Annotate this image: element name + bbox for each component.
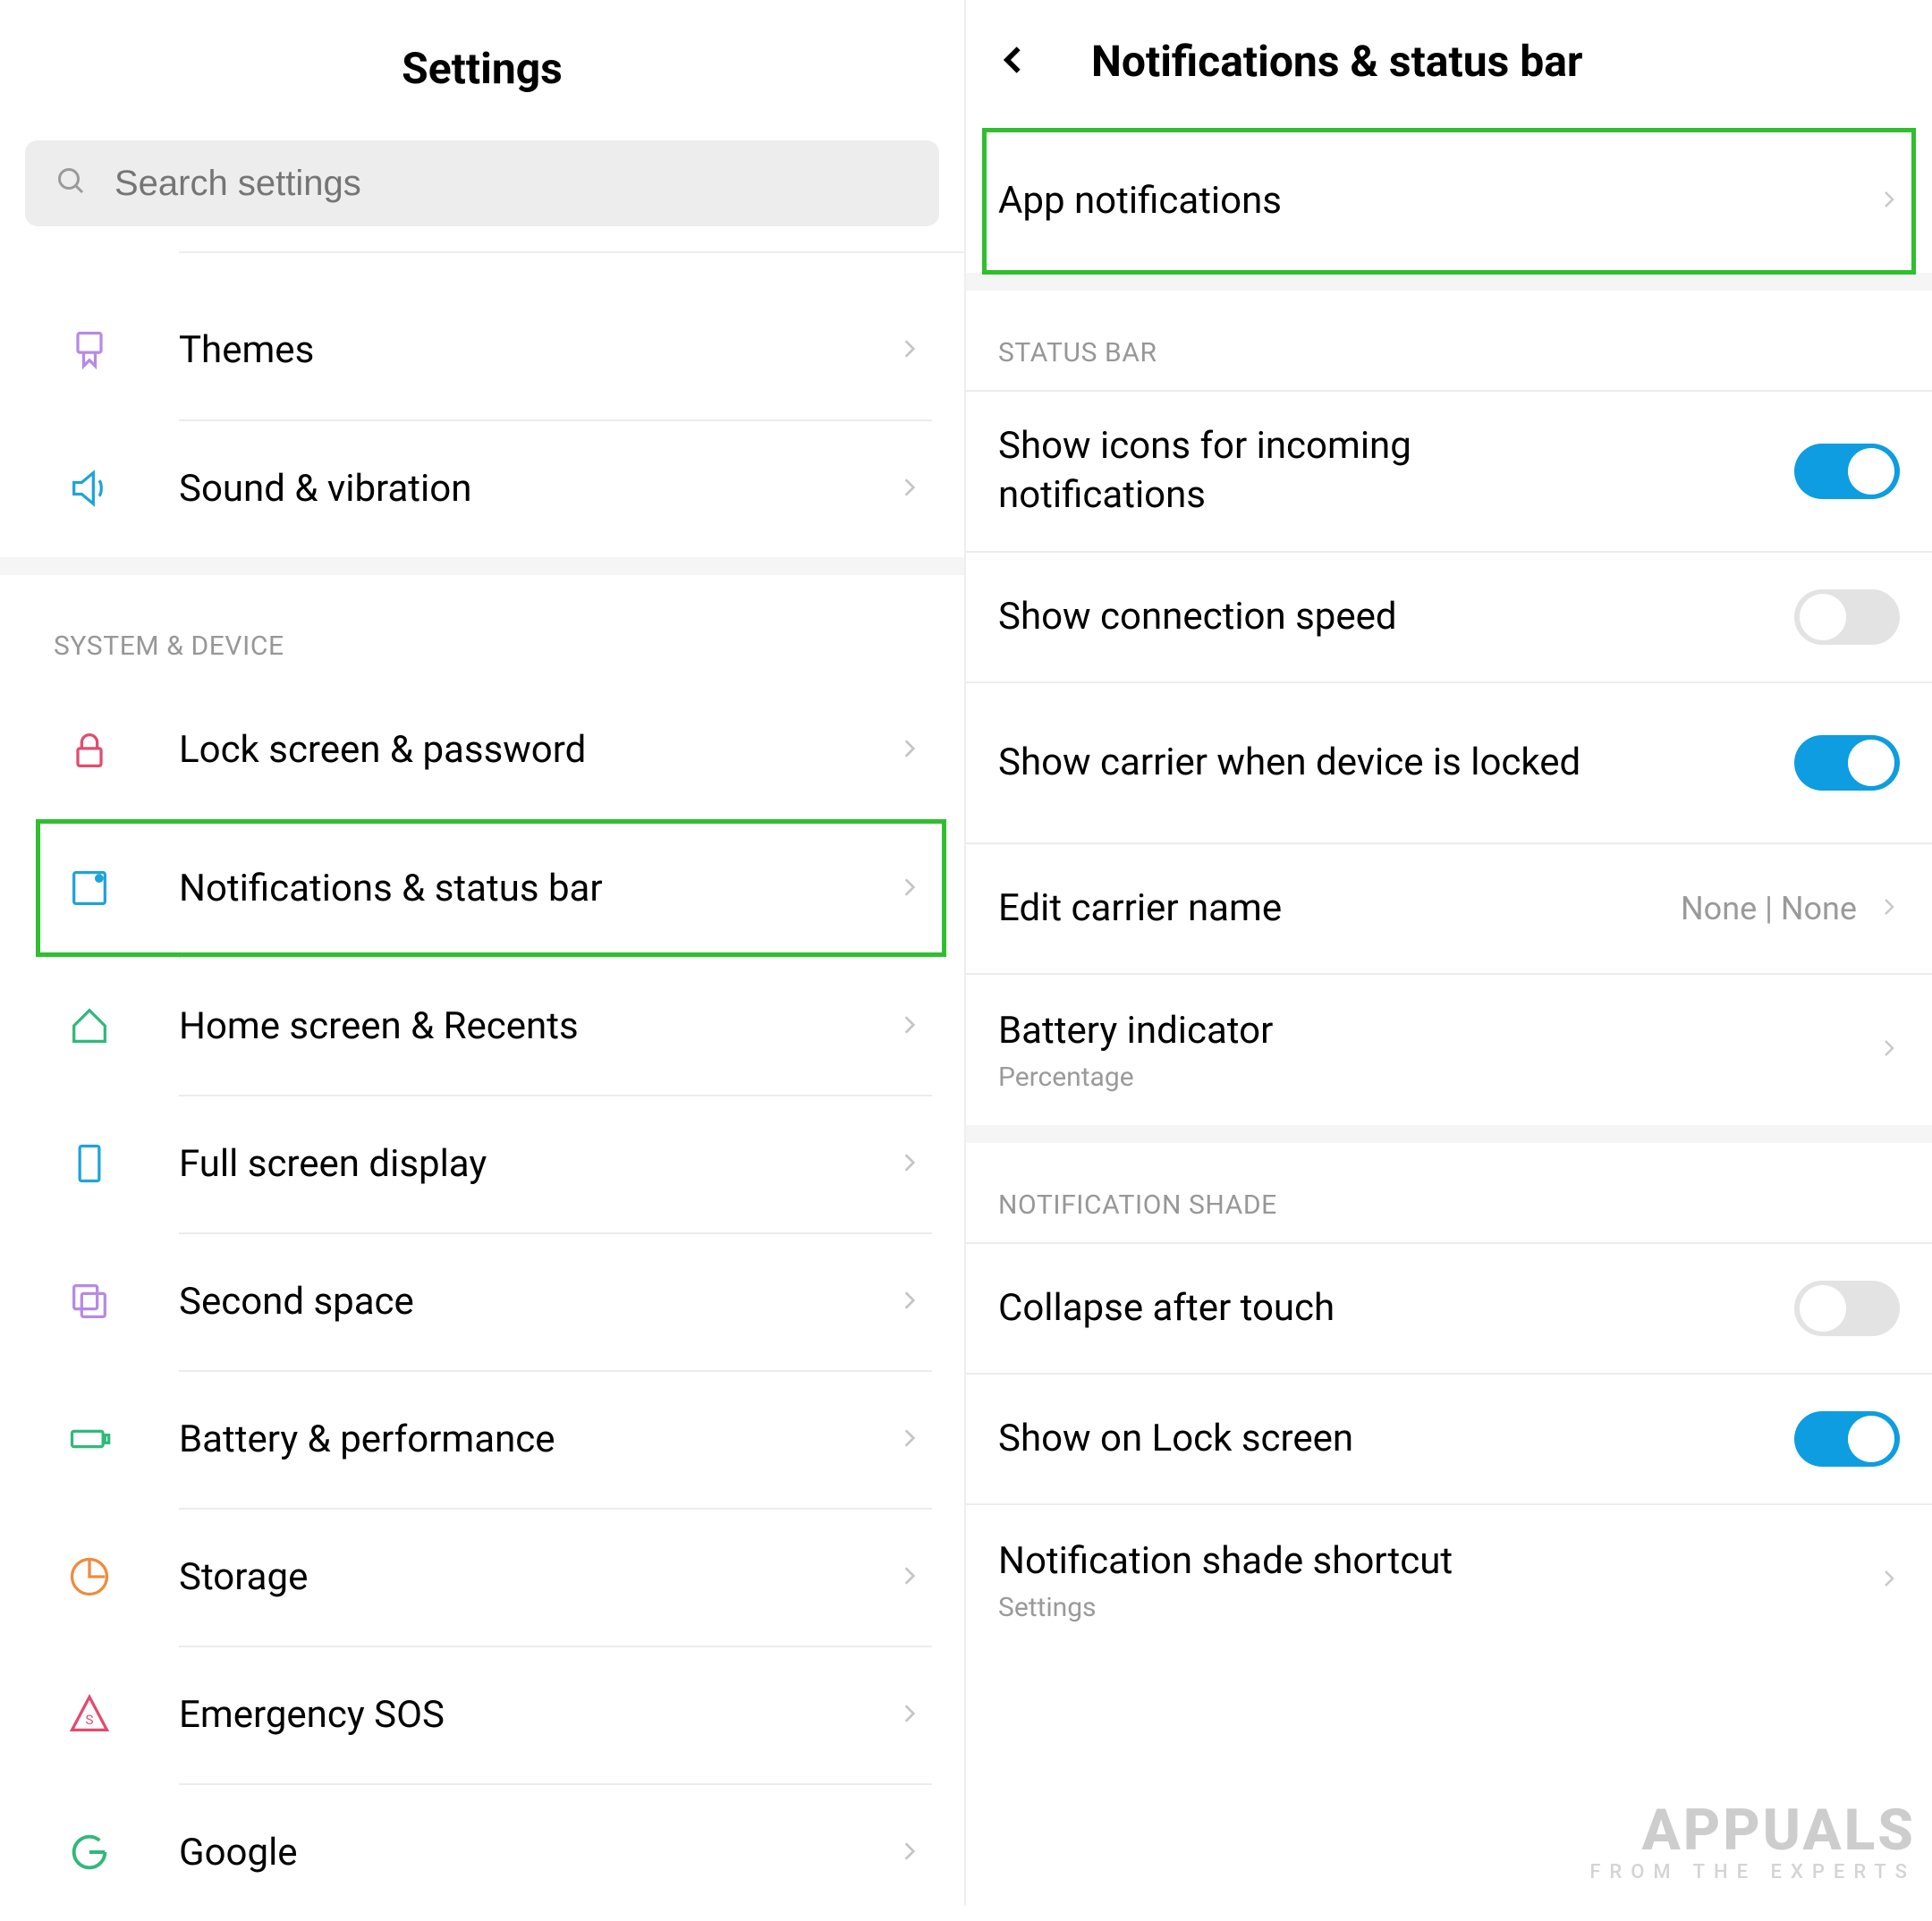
chevron-right-icon bbox=[898, 1006, 921, 1047]
chevron-right-icon bbox=[1878, 889, 1900, 928]
chevron-right-icon bbox=[898, 1282, 921, 1323]
row-label: Collapse after touch bbox=[998, 1284, 1794, 1333]
section-gap bbox=[0, 557, 964, 575]
row-label: Battery indicator bbox=[998, 1007, 1878, 1056]
chevron-right-icon bbox=[898, 330, 921, 371]
row-edit-carrier-name[interactable]: Edit carrier name None | None bbox=[966, 842, 1932, 973]
page-title-row: Settings bbox=[0, 0, 964, 140]
row-battery-performance[interactable]: Battery & performance bbox=[0, 1370, 964, 1508]
toggle-show-icons[interactable] bbox=[1794, 444, 1900, 499]
section-header-notification-shade: NOTIFICATION SHADE bbox=[966, 1143, 1932, 1242]
home-icon bbox=[0, 1003, 179, 1049]
sos-icon: S bbox=[0, 1691, 179, 1738]
row-sublabel: Percentage bbox=[998, 1062, 1878, 1093]
google-icon bbox=[0, 1829, 179, 1875]
row-label: Sound & vibration bbox=[179, 466, 898, 513]
search-icon bbox=[55, 165, 88, 201]
back-icon[interactable] bbox=[998, 37, 1029, 87]
row-label: Home screen & Recents bbox=[179, 1003, 898, 1051]
row-label: Battery & performance bbox=[179, 1417, 898, 1464]
settings-pane-left: Settings Themes Sound & vibration SYSTEM… bbox=[0, 0, 966, 1906]
row-label: Show icons for incoming notifications bbox=[998, 422, 1624, 520]
row-label: Lock screen & password bbox=[179, 727, 898, 774]
row-home-screen[interactable]: Home screen & Recents bbox=[0, 957, 964, 1095]
search-input[interactable] bbox=[114, 164, 909, 204]
row-show-on-lock-screen[interactable]: Show on Lock screen bbox=[966, 1373, 1932, 1503]
row-label: Notification shade shortcut bbox=[998, 1537, 1878, 1587]
row-battery-indicator[interactable]: Battery indicator Percentage bbox=[966, 973, 1932, 1125]
chevron-right-icon bbox=[1878, 1561, 1900, 1600]
chevron-right-icon bbox=[898, 868, 921, 910]
row-value: None | None bbox=[1681, 890, 1857, 927]
lock-icon bbox=[0, 727, 179, 774]
settings-pane-right: Notifications & status bar App notificat… bbox=[966, 0, 1932, 1906]
chevron-right-icon bbox=[898, 1419, 921, 1460]
section-header-system: SYSTEM & DEVICE bbox=[0, 575, 964, 681]
row-google[interactable]: Google bbox=[0, 1783, 964, 1921]
row-notification-shade-shortcut[interactable]: Notification shade shortcut Settings bbox=[966, 1503, 1932, 1655]
row-label: Notifications & status bar bbox=[179, 866, 898, 913]
chevron-right-icon bbox=[1878, 182, 1900, 221]
storage-icon bbox=[0, 1553, 179, 1600]
fullscreen-icon bbox=[0, 1140, 179, 1187]
chevron-right-icon bbox=[898, 469, 921, 510]
toggle-connection-speed[interactable] bbox=[1794, 589, 1900, 645]
row-emergency-sos[interactable]: S Emergency SOS bbox=[0, 1646, 964, 1783]
toggle-show-carrier[interactable] bbox=[1794, 735, 1900, 791]
row-sublabel: Settings bbox=[998, 1592, 1878, 1623]
watermark-main: APPUALS bbox=[1641, 1797, 1916, 1864]
chevron-right-icon bbox=[898, 1557, 921, 1598]
search-box[interactable] bbox=[25, 140, 939, 226]
page-title: Settings bbox=[0, 43, 964, 94]
chevron-right-icon bbox=[898, 730, 921, 771]
row-label: Full screen display bbox=[179, 1141, 898, 1189]
row-notifications-status-bar[interactable]: Notifications & status bar bbox=[0, 819, 964, 957]
row-collapse-after-touch[interactable]: Collapse after touch bbox=[966, 1242, 1932, 1373]
row-full-screen[interactable]: Full screen display bbox=[0, 1095, 964, 1232]
toggle-collapse[interactable] bbox=[1794, 1281, 1900, 1336]
row-label: Show connection speed bbox=[998, 593, 1794, 642]
row-show-connection-speed[interactable]: Show connection speed bbox=[966, 551, 1932, 681]
nav-header: Notifications & status bar bbox=[966, 0, 1932, 130]
second-space-icon bbox=[0, 1278, 179, 1324]
row-show-carrier-locked[interactable]: Show carrier when device is locked bbox=[966, 681, 1932, 842]
themes-icon bbox=[0, 327, 179, 374]
row-label: Google bbox=[179, 1830, 898, 1877]
row-storage[interactable]: Storage bbox=[0, 1508, 964, 1646]
watermark-sub: FROM THE EXPERTS bbox=[1589, 1864, 1916, 1883]
row-label: Show on Lock screen bbox=[998, 1415, 1794, 1464]
chevron-right-icon bbox=[898, 1832, 921, 1874]
partial-divider bbox=[179, 251, 964, 282]
row-app-notifications[interactable]: App notifications bbox=[966, 130, 1932, 273]
toggle-show-lock[interactable] bbox=[1794, 1411, 1900, 1467]
row-second-space[interactable]: Second space bbox=[0, 1232, 964, 1370]
section-gap bbox=[966, 1125, 1932, 1143]
sound-icon bbox=[0, 465, 179, 512]
row-lock-screen[interactable]: Lock screen & password bbox=[0, 681, 964, 819]
chevron-right-icon bbox=[898, 1695, 921, 1736]
row-label: Second space bbox=[179, 1279, 898, 1326]
row-show-icons[interactable]: Show icons for incoming notifications bbox=[966, 390, 1932, 551]
notification-bar-icon bbox=[0, 865, 179, 911]
chevron-right-icon bbox=[1878, 1030, 1900, 1070]
row-label: App notifications bbox=[998, 177, 1878, 226]
row-label: Emergency SOS bbox=[179, 1692, 898, 1739]
row-themes[interactable]: Themes bbox=[0, 282, 964, 419]
row-label: Storage bbox=[179, 1554, 898, 1602]
section-header-status-bar: STATUS BAR bbox=[966, 291, 1932, 390]
row-label: Show carrier when device is locked bbox=[998, 739, 1624, 788]
row-label: Edit carrier name bbox=[998, 884, 1681, 934]
svg-text:S: S bbox=[86, 1712, 94, 1728]
row-sound[interactable]: Sound & vibration bbox=[0, 419, 964, 557]
row-label: Themes bbox=[179, 327, 898, 375]
section-gap bbox=[966, 273, 1932, 291]
chevron-right-icon bbox=[898, 1144, 921, 1185]
battery-icon bbox=[0, 1416, 179, 1462]
nav-title: Notifications & status bar bbox=[1091, 36, 1582, 87]
watermark: APPUALS FROM THE EXPERTS bbox=[1589, 1804, 1916, 1883]
